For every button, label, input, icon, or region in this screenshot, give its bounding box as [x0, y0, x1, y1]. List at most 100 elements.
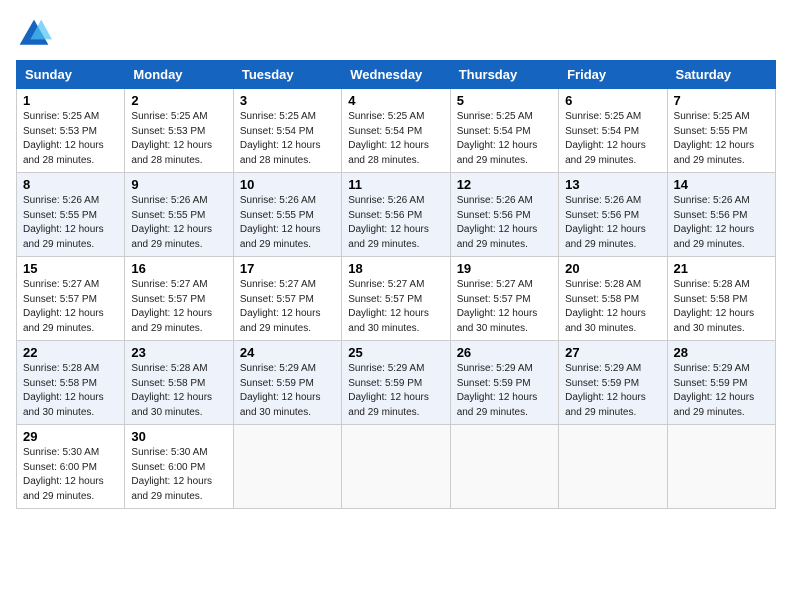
calendar-cell: 11 Sunrise: 5:26 AMSunset: 5:56 PMDaylig…	[342, 173, 450, 257]
calendar-cell: 3 Sunrise: 5:25 AMSunset: 5:54 PMDayligh…	[233, 89, 341, 173]
day-number: 24	[240, 345, 335, 360]
day-number: 17	[240, 261, 335, 276]
day-number: 25	[348, 345, 443, 360]
calendar-week-row: 8 Sunrise: 5:26 AMSunset: 5:55 PMDayligh…	[17, 173, 776, 257]
calendar-week-row: 29 Sunrise: 5:30 AMSunset: 6:00 PMDaylig…	[17, 425, 776, 509]
calendar-cell: 1 Sunrise: 5:25 AMSunset: 5:53 PMDayligh…	[17, 89, 125, 173]
day-info: Sunrise: 5:26 AMSunset: 5:55 PMDaylight:…	[240, 195, 321, 250]
calendar-cell: 16 Sunrise: 5:27 AMSunset: 5:57 PMDaylig…	[125, 257, 233, 341]
column-header-thursday: Thursday	[450, 61, 558, 89]
calendar-cell: 17 Sunrise: 5:27 AMSunset: 5:57 PMDaylig…	[233, 257, 341, 341]
calendar-table: SundayMondayTuesdayWednesdayThursdayFrid…	[16, 60, 776, 509]
calendar-cell	[559, 425, 667, 509]
day-number: 22	[23, 345, 118, 360]
calendar-cell: 25 Sunrise: 5:29 AMSunset: 5:59 PMDaylig…	[342, 341, 450, 425]
calendar-cell	[233, 425, 341, 509]
day-info: Sunrise: 5:27 AMSunset: 5:57 PMDaylight:…	[240, 279, 321, 334]
calendar-cell: 12 Sunrise: 5:26 AMSunset: 5:56 PMDaylig…	[450, 173, 558, 257]
calendar-cell: 6 Sunrise: 5:25 AMSunset: 5:54 PMDayligh…	[559, 89, 667, 173]
day-info: Sunrise: 5:25 AMSunset: 5:53 PMDaylight:…	[23, 111, 104, 166]
day-number: 14	[674, 177, 769, 192]
day-info: Sunrise: 5:29 AMSunset: 5:59 PMDaylight:…	[348, 363, 429, 418]
day-info: Sunrise: 5:27 AMSunset: 5:57 PMDaylight:…	[348, 279, 429, 334]
day-number: 5	[457, 93, 552, 108]
day-number: 28	[674, 345, 769, 360]
calendar-header-row: SundayMondayTuesdayWednesdayThursdayFrid…	[17, 61, 776, 89]
day-info: Sunrise: 5:27 AMSunset: 5:57 PMDaylight:…	[23, 279, 104, 334]
day-info: Sunrise: 5:27 AMSunset: 5:57 PMDaylight:…	[457, 279, 538, 334]
day-info: Sunrise: 5:29 AMSunset: 5:59 PMDaylight:…	[240, 363, 321, 418]
column-header-saturday: Saturday	[667, 61, 775, 89]
calendar-cell: 29 Sunrise: 5:30 AMSunset: 6:00 PMDaylig…	[17, 425, 125, 509]
day-number: 19	[457, 261, 552, 276]
column-header-sunday: Sunday	[17, 61, 125, 89]
day-info: Sunrise: 5:26 AMSunset: 5:55 PMDaylight:…	[23, 195, 104, 250]
day-info: Sunrise: 5:28 AMSunset: 5:58 PMDaylight:…	[23, 363, 104, 418]
calendar-cell	[450, 425, 558, 509]
calendar-cell: 30 Sunrise: 5:30 AMSunset: 6:00 PMDaylig…	[125, 425, 233, 509]
calendar-cell: 9 Sunrise: 5:26 AMSunset: 5:55 PMDayligh…	[125, 173, 233, 257]
day-number: 18	[348, 261, 443, 276]
day-number: 20	[565, 261, 660, 276]
calendar-cell: 22 Sunrise: 5:28 AMSunset: 5:58 PMDaylig…	[17, 341, 125, 425]
day-number: 16	[131, 261, 226, 276]
calendar-week-row: 22 Sunrise: 5:28 AMSunset: 5:58 PMDaylig…	[17, 341, 776, 425]
calendar-cell: 7 Sunrise: 5:25 AMSunset: 5:55 PMDayligh…	[667, 89, 775, 173]
day-info: Sunrise: 5:29 AMSunset: 5:59 PMDaylight:…	[674, 363, 755, 418]
day-number: 27	[565, 345, 660, 360]
day-info: Sunrise: 5:25 AMSunset: 5:55 PMDaylight:…	[674, 111, 755, 166]
day-number: 6	[565, 93, 660, 108]
column-header-wednesday: Wednesday	[342, 61, 450, 89]
calendar-cell: 8 Sunrise: 5:26 AMSunset: 5:55 PMDayligh…	[17, 173, 125, 257]
day-number: 21	[674, 261, 769, 276]
day-number: 13	[565, 177, 660, 192]
day-info: Sunrise: 5:26 AMSunset: 5:56 PMDaylight:…	[457, 195, 538, 250]
calendar-cell: 19 Sunrise: 5:27 AMSunset: 5:57 PMDaylig…	[450, 257, 558, 341]
calendar-cell	[667, 425, 775, 509]
day-info: Sunrise: 5:26 AMSunset: 5:55 PMDaylight:…	[131, 195, 212, 250]
day-number: 2	[131, 93, 226, 108]
calendar-cell: 10 Sunrise: 5:26 AMSunset: 5:55 PMDaylig…	[233, 173, 341, 257]
day-number: 30	[131, 429, 226, 444]
day-number: 10	[240, 177, 335, 192]
calendar-week-row: 1 Sunrise: 5:25 AMSunset: 5:53 PMDayligh…	[17, 89, 776, 173]
day-number: 15	[23, 261, 118, 276]
calendar-cell: 27 Sunrise: 5:29 AMSunset: 5:59 PMDaylig…	[559, 341, 667, 425]
header	[16, 16, 776, 52]
day-number: 3	[240, 93, 335, 108]
calendar-cell: 4 Sunrise: 5:25 AMSunset: 5:54 PMDayligh…	[342, 89, 450, 173]
calendar-cell: 15 Sunrise: 5:27 AMSunset: 5:57 PMDaylig…	[17, 257, 125, 341]
day-info: Sunrise: 5:28 AMSunset: 5:58 PMDaylight:…	[565, 279, 646, 334]
day-info: Sunrise: 5:25 AMSunset: 5:53 PMDaylight:…	[131, 111, 212, 166]
day-number: 7	[674, 93, 769, 108]
calendar-cell: 24 Sunrise: 5:29 AMSunset: 5:59 PMDaylig…	[233, 341, 341, 425]
day-info: Sunrise: 5:26 AMSunset: 5:56 PMDaylight:…	[565, 195, 646, 250]
calendar-cell: 23 Sunrise: 5:28 AMSunset: 5:58 PMDaylig…	[125, 341, 233, 425]
calendar-cell: 14 Sunrise: 5:26 AMSunset: 5:56 PMDaylig…	[667, 173, 775, 257]
day-info: Sunrise: 5:29 AMSunset: 5:59 PMDaylight:…	[565, 363, 646, 418]
day-info: Sunrise: 5:26 AMSunset: 5:56 PMDaylight:…	[348, 195, 429, 250]
day-number: 8	[23, 177, 118, 192]
day-info: Sunrise: 5:27 AMSunset: 5:57 PMDaylight:…	[131, 279, 212, 334]
calendar-cell: 28 Sunrise: 5:29 AMSunset: 5:59 PMDaylig…	[667, 341, 775, 425]
day-number: 9	[131, 177, 226, 192]
day-info: Sunrise: 5:26 AMSunset: 5:56 PMDaylight:…	[674, 195, 755, 250]
calendar-cell: 18 Sunrise: 5:27 AMSunset: 5:57 PMDaylig…	[342, 257, 450, 341]
day-info: Sunrise: 5:25 AMSunset: 5:54 PMDaylight:…	[240, 111, 321, 166]
day-number: 26	[457, 345, 552, 360]
calendar-cell: 13 Sunrise: 5:26 AMSunset: 5:56 PMDaylig…	[559, 173, 667, 257]
day-number: 4	[348, 93, 443, 108]
column-header-tuesday: Tuesday	[233, 61, 341, 89]
calendar-cell: 26 Sunrise: 5:29 AMSunset: 5:59 PMDaylig…	[450, 341, 558, 425]
column-header-friday: Friday	[559, 61, 667, 89]
day-number: 23	[131, 345, 226, 360]
day-number: 29	[23, 429, 118, 444]
logo-icon	[16, 16, 52, 52]
day-info: Sunrise: 5:28 AMSunset: 5:58 PMDaylight:…	[674, 279, 755, 334]
day-number: 12	[457, 177, 552, 192]
day-info: Sunrise: 5:29 AMSunset: 5:59 PMDaylight:…	[457, 363, 538, 418]
day-info: Sunrise: 5:25 AMSunset: 5:54 PMDaylight:…	[457, 111, 538, 166]
calendar-cell: 20 Sunrise: 5:28 AMSunset: 5:58 PMDaylig…	[559, 257, 667, 341]
day-info: Sunrise: 5:30 AMSunset: 6:00 PMDaylight:…	[131, 447, 212, 502]
calendar-cell: 21 Sunrise: 5:28 AMSunset: 5:58 PMDaylig…	[667, 257, 775, 341]
